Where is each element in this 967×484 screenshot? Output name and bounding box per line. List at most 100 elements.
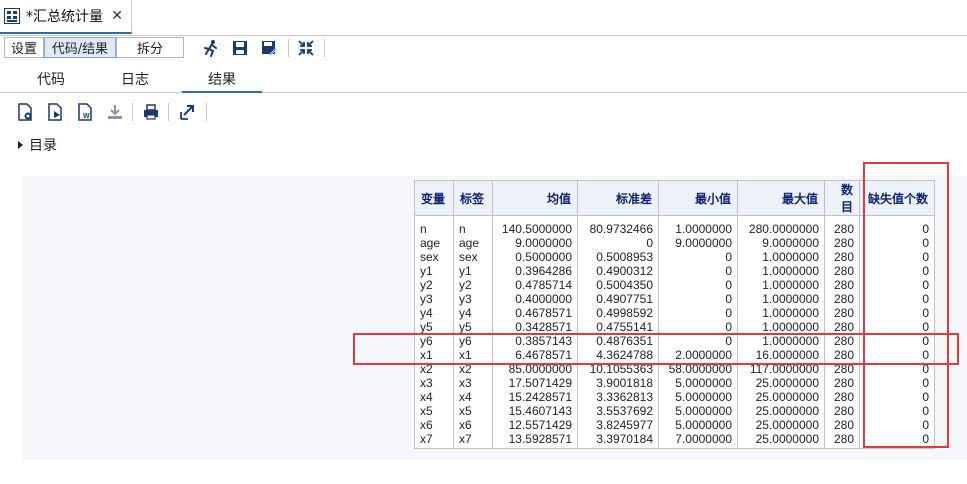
cell-missing: 0	[859, 348, 935, 362]
cell-min: 5.0000000	[658, 390, 738, 404]
cell-max: 25.0000000	[737, 390, 825, 404]
cell-count: 280	[824, 348, 860, 362]
tab-code[interactable]: 代码	[14, 69, 88, 91]
view-tabs: 代码 日志 结果	[0, 66, 967, 93]
cell-label: x1	[453, 348, 493, 362]
cell-stddev: 0	[577, 236, 659, 250]
cell-mean: 0.4785714	[492, 278, 578, 292]
col-header-mean: 均值	[492, 180, 578, 216]
cell-variable: y5	[414, 320, 454, 334]
table-row: x4 x4 15.2428571 3.3362813 5.0000000 25.00000…	[414, 390, 935, 404]
table-row: y4 y4 0.4678571 0.4998592 0 1.0000000 280 0	[414, 306, 935, 320]
cell-variable: x1	[414, 348, 454, 362]
export-pdf-icon[interactable]	[46, 103, 64, 121]
table-row: x1 x1 6.4678571 4.3624788 2.0000000 16.000000…	[414, 348, 935, 362]
cell-label: x6	[453, 418, 493, 432]
cell-mean: 0.3857143	[492, 334, 578, 348]
document-tab-title: *汇总统计量	[26, 9, 103, 25]
table-row: y1 y1 0.3964286 0.4900312 0 1.0000000 280 0	[414, 264, 935, 278]
cell-max: 25.0000000	[737, 376, 825, 390]
split-button[interactable]: 拆分	[116, 37, 184, 58]
cell-variable: n	[414, 215, 454, 236]
toolbar-separator	[324, 39, 325, 57]
cell-label: x7	[453, 432, 493, 449]
download-icon[interactable]	[106, 103, 124, 121]
table-row: sex sex 0.5000000 0.5008953 0 1.0000000 280 0	[414, 250, 935, 264]
cell-label: sex	[453, 250, 493, 264]
cell-stddev: 0.4907751	[577, 292, 659, 306]
col-header-count: 数目	[824, 180, 860, 216]
cell-mean: 0.4000000	[492, 292, 578, 306]
cell-stddev: 80.9732466	[577, 215, 659, 236]
table-row: age age 9.0000000 0 9.0000000 9.0000000 280 0	[414, 236, 935, 250]
document-tab-strip: *汇总统计量 ✕	[0, 0, 967, 36]
cell-variable: x4	[414, 390, 454, 404]
cell-count: 280	[824, 215, 860, 236]
cell-mean: 15.4607143	[492, 404, 578, 418]
cell-count: 280	[824, 236, 860, 250]
table-row: y6 y6 0.3857143 0.4876351 0 1.0000000 280 0	[414, 334, 935, 348]
open-new-window-icon[interactable]	[178, 103, 196, 121]
export-html-icon[interactable]	[16, 103, 34, 121]
cell-max: 25.0000000	[737, 404, 825, 418]
cell-variable: age	[414, 236, 454, 250]
cell-count: 280	[824, 432, 860, 449]
cell-variable: x3	[414, 376, 454, 390]
cell-stddev: 4.3624788	[577, 348, 659, 362]
tab-results[interactable]: 结果	[182, 69, 262, 93]
cell-label: y1	[453, 264, 493, 278]
table-row: x6 x6 12.5571429 3.8245977 5.0000000 25.00000…	[414, 418, 935, 432]
cell-stddev: 3.3362813	[577, 390, 659, 404]
cell-count: 280	[824, 264, 860, 278]
cell-stddev: 10.1055363	[577, 362, 659, 376]
cell-stddev: 3.3970184	[577, 432, 659, 449]
cell-max: 1.0000000	[737, 278, 825, 292]
cell-mean: 9.0000000	[492, 236, 578, 250]
save-icon[interactable]	[231, 39, 249, 57]
summary-statistics-table: 变量 标签 均值 标准差 最小值 最大值 数目 缺失值个数 n n 140.5000…	[414, 180, 935, 449]
cell-variable: sex	[414, 250, 454, 264]
cell-missing: 0	[859, 250, 935, 264]
cell-stddev: 3.8245977	[577, 418, 659, 432]
cell-mean: 13.5928571	[492, 432, 578, 449]
cell-max: 1.0000000	[737, 250, 825, 264]
cell-label: n	[453, 215, 493, 236]
cell-count: 280	[824, 362, 860, 376]
toc-toggle[interactable]: 目录	[18, 135, 57, 155]
save-as-icon[interactable]	[260, 39, 278, 57]
cell-count: 280	[824, 250, 860, 264]
code-results-button[interactable]: 代码/结果	[44, 37, 116, 58]
document-tab[interactable]: *汇总统计量 ✕	[0, 0, 132, 34]
toolbar-separator	[288, 39, 289, 57]
cell-min: 9.0000000	[658, 236, 738, 250]
cell-count: 280	[824, 278, 860, 292]
cell-count: 280	[824, 404, 860, 418]
close-icon[interactable]: ✕	[111, 8, 123, 24]
cell-label: x4	[453, 390, 493, 404]
settings-button[interactable]: 设置	[4, 37, 44, 58]
cell-variable: x2	[414, 362, 454, 376]
toolbar-separator	[132, 103, 133, 121]
run-icon[interactable]	[202, 39, 220, 57]
results-toolbar: W	[0, 100, 400, 126]
export-word-icon[interactable]: W	[76, 103, 94, 121]
cell-min: 2.0000000	[658, 348, 738, 362]
cell-missing: 0	[859, 404, 935, 418]
print-icon[interactable]	[142, 103, 160, 121]
cell-label: y5	[453, 320, 493, 334]
table-row: y2 y2 0.4785714 0.5004350 0 1.0000000 280 0	[414, 278, 935, 292]
cell-count: 280	[824, 418, 860, 432]
col-header-variable: 变量	[414, 180, 454, 216]
toc-label: 目录	[29, 138, 57, 154]
maximize-icon[interactable]	[297, 39, 315, 57]
cell-max: 1.0000000	[737, 334, 825, 348]
tab-log[interactable]: 日志	[98, 69, 172, 91]
cell-missing: 0	[859, 236, 935, 250]
cell-stddev: 0.4998592	[577, 306, 659, 320]
cell-mean: 0.3964286	[492, 264, 578, 278]
cell-max: 1.0000000	[737, 264, 825, 278]
cell-min: 5.0000000	[658, 418, 738, 432]
table-row: x3 x3 17.5071429 3.9001818 5.0000000 25.00000…	[414, 376, 935, 390]
cell-label: y4	[453, 306, 493, 320]
cell-mean: 12.5571429	[492, 418, 578, 432]
